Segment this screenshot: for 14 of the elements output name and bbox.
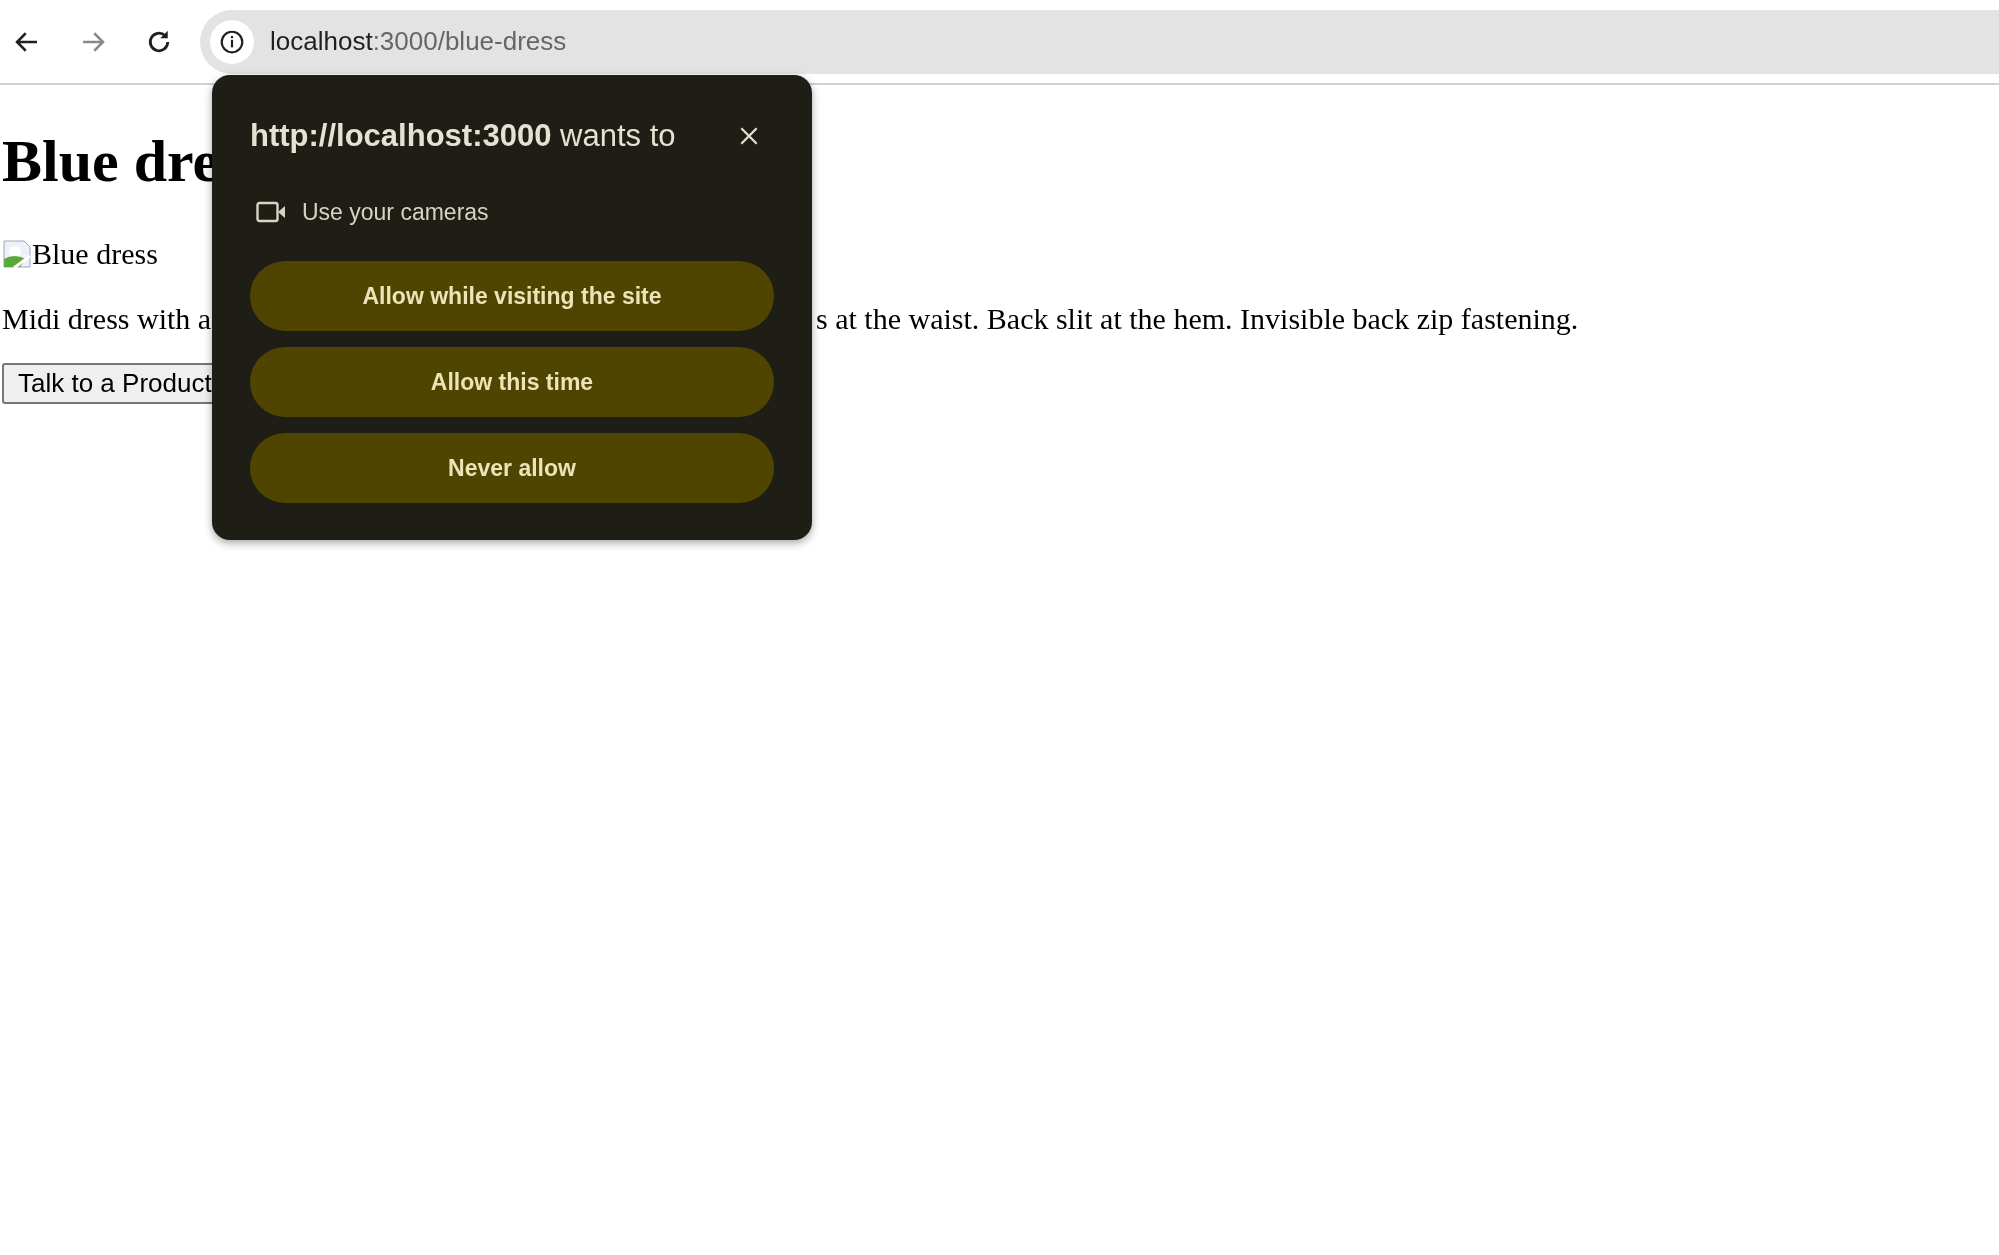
- permission-button[interactable]: Allow while visiting the site: [250, 261, 774, 331]
- url-text: localhost:3000/blue-dress: [270, 26, 567, 57]
- address-bar[interactable]: localhost:3000/blue-dress: [200, 9, 1999, 74]
- permission-button[interactable]: Allow this time: [250, 347, 774, 417]
- info-icon[interactable]: [210, 19, 254, 64]
- close-icon[interactable]: [738, 125, 760, 147]
- permission-text: Use your cameras: [302, 198, 489, 226]
- popup-title: http://localhost:3000 wants to: [250, 118, 676, 154]
- image-alt-text: Blue dress: [32, 237, 158, 271]
- permission-button[interactable]: Never allow: [250, 433, 774, 503]
- paragraph-text: Midi dress with a: [2, 302, 212, 336]
- camera-icon: [256, 201, 286, 223]
- paragraph-text: s at the waist. Back slit at the hem. Invisible back zip fastening.: [816, 302, 1579, 336]
- broken-image-icon: [2, 239, 32, 269]
